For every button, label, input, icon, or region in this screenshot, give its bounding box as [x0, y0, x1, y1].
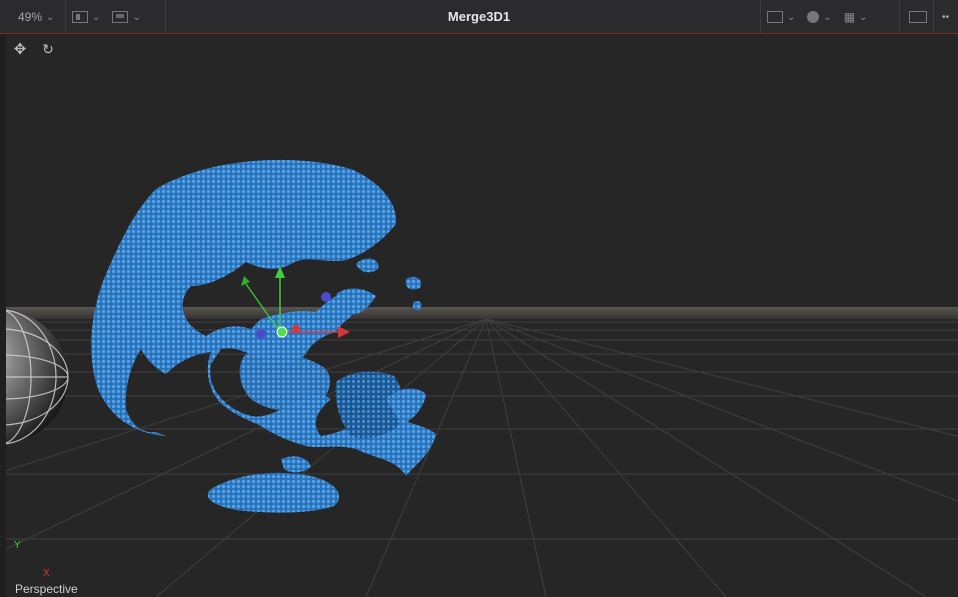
- region-button[interactable]: ⌄: [761, 5, 801, 29]
- chevron-down-icon: ⌄: [46, 11, 55, 23]
- color-wheel-icon: [807, 11, 820, 23]
- transform-tools: ✥ ↻: [0, 34, 958, 64]
- split-view-icon: [72, 11, 88, 23]
- chevron-down-icon: ⌄: [859, 11, 868, 23]
- frame-icon: [909, 11, 927, 23]
- axis-x-label: X: [43, 568, 50, 579]
- viewer-toolbar: 49% ⌄ ⌄ ⌄ Merge3D1 ⌄ ⌄ ▦ ⌄ ••: [0, 0, 958, 34]
- display-options: ⌄ ⌄ ▦ ⌄: [760, 0, 900, 34]
- frame-toggle[interactable]: [900, 0, 934, 34]
- monitor-icon: [112, 11, 129, 23]
- chevron-down-icon: ⌄: [787, 11, 796, 23]
- 3d-viewport[interactable]: [6, 64, 958, 597]
- monitor-button[interactable]: ⌄: [106, 5, 146, 29]
- grid-icon: ▦: [843, 10, 856, 24]
- camera-label[interactable]: Perspective: [15, 582, 78, 596]
- more-button[interactable]: ••: [934, 0, 958, 34]
- region-icon: [767, 11, 783, 23]
- more-icon: ••: [942, 11, 950, 23]
- chevron-down-icon: ⌄: [823, 11, 832, 23]
- chevron-down-icon: ⌄: [132, 11, 141, 23]
- zoom-value: 49%: [18, 10, 43, 24]
- zoom-dropdown[interactable]: 49% ⌄: [0, 5, 60, 29]
- split-view-button[interactable]: ⌄: [66, 5, 106, 29]
- move-tool-icon[interactable]: ✥: [10, 39, 30, 59]
- lut-button[interactable]: ⌄: [801, 5, 837, 29]
- grid-button[interactable]: ▦ ⌄: [838, 5, 874, 29]
- zoom-control[interactable]: 49% ⌄: [0, 0, 66, 34]
- view-options: ⌄ ⌄: [66, 0, 166, 34]
- chevron-down-icon: ⌄: [92, 11, 101, 23]
- axis-y-label: Y: [14, 540, 21, 551]
- viewer-window: 49% ⌄ ⌄ ⌄ Merge3D1 ⌄ ⌄ ▦ ⌄ •• ✥ ↻ Y X Pe…: [0, 0, 958, 597]
- rotate-tool-icon[interactable]: ↻: [38, 39, 58, 59]
